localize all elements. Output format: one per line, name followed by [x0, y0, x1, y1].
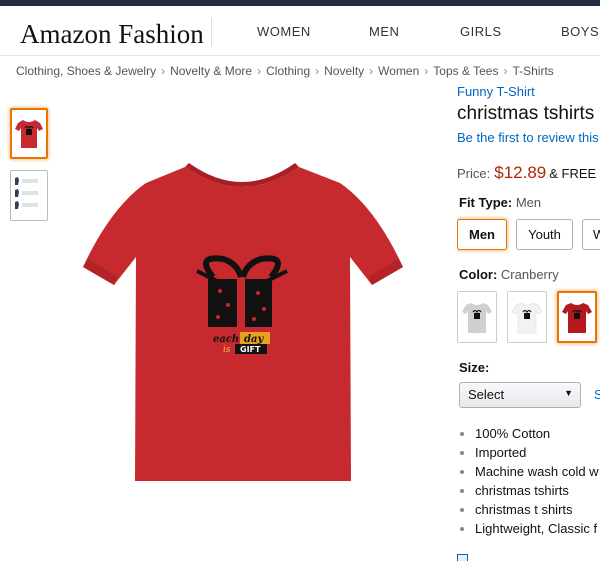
breadcrumb-item[interactable]: Novelty: [324, 64, 364, 78]
breadcrumb-separator: ›: [369, 64, 374, 78]
feature-bullets: 100% Cotton Imported Machine wash cold w…: [457, 424, 599, 538]
product-title: christmas tshirts: [457, 103, 595, 124]
thumbnail-size-chart-image: [15, 177, 38, 209]
breadcrumb-separator: ›: [257, 64, 262, 78]
nav-women[interactable]: WOMEN: [257, 24, 311, 39]
chevron-down-icon: ▼: [564, 388, 573, 398]
feature-bullet: 100% Cotton: [460, 424, 599, 443]
swatch-shirt-white: [511, 302, 543, 334]
shipping-text: & FREE: [549, 166, 597, 181]
design-text-is: is: [223, 345, 231, 355]
design-text-each: each: [213, 334, 239, 345]
fit-option-women[interactable]: W: [582, 219, 600, 250]
amazon-fashion-logo[interactable]: Amazon Fashion: [20, 19, 204, 50]
feature-bullet: Lightweight, Classic f: [460, 521, 598, 536]
color-swatch-white[interactable]: [507, 291, 547, 343]
swatch-shirt-cranberry: [562, 303, 592, 333]
feature-bullet: christmas t shirts: [460, 500, 599, 519]
breadcrumb-item[interactable]: Clothing, Shoes & Jewelry: [16, 64, 156, 78]
color-selected: Cranberry: [500, 267, 559, 282]
product-main-image: each day is GIFT: [83, 163, 403, 481]
color-swatch-cranberry[interactable]: [557, 291, 597, 343]
nav-men[interactable]: MEN: [369, 24, 399, 39]
fit-option-youth[interactable]: Youth: [516, 219, 573, 250]
feature-bullet: Imported: [460, 443, 599, 462]
size-chart-link[interactable]: S: [594, 387, 600, 402]
color-swatch-gray[interactable]: [457, 291, 497, 343]
breadcrumb-item[interactable]: Novelty & More: [170, 64, 252, 78]
thumbnail-shirt-image: [15, 120, 43, 148]
size-label: Size:: [459, 360, 490, 375]
design-text-gift: GIFT: [240, 345, 261, 354]
fit-option-men[interactable]: Men: [457, 219, 507, 250]
thumbnail-shirt[interactable]: [10, 108, 48, 159]
breadcrumb-separator: ›: [161, 64, 166, 78]
breadcrumb-separator: ›: [424, 64, 429, 78]
brand-link[interactable]: Funny T-Shirt: [457, 84, 535, 99]
fit-type-label-row: Fit Type: Men: [459, 195, 541, 210]
price-row: Price: $12.89 & FREE: [457, 163, 596, 183]
color-label: Color:: [459, 267, 498, 282]
checkbox-icon[interactable]: [457, 554, 468, 561]
breadcrumb-item[interactable]: Women: [378, 64, 419, 78]
fit-type-label: Fit Type:: [459, 195, 513, 210]
breadcrumb-item[interactable]: Clothing: [266, 64, 310, 78]
feature-bullet: christmas tshirts: [460, 481, 599, 500]
review-link[interactable]: Be the first to review this: [457, 130, 599, 145]
breadcrumb-separator: ›: [315, 64, 320, 78]
product-info: Funny T-Shirt christmas tshirts Be the f…: [457, 0, 600, 561]
size-select[interactable]: Select ▼: [459, 382, 581, 408]
price-label: Price:: [457, 166, 491, 181]
size-select-value: Select: [468, 387, 505, 402]
fit-type-selected: Men: [515, 195, 542, 210]
thumbnail-size-chart[interactable]: [10, 170, 48, 221]
design-text-day: day: [244, 334, 264, 345]
header-divider: [211, 18, 212, 46]
price-value: $12.89: [494, 163, 547, 182]
color-label-row: Color: Cranberry: [459, 267, 559, 282]
feature-bullet: Machine wash cold w: [460, 464, 599, 479]
swatch-shirt-gray: [462, 303, 492, 333]
